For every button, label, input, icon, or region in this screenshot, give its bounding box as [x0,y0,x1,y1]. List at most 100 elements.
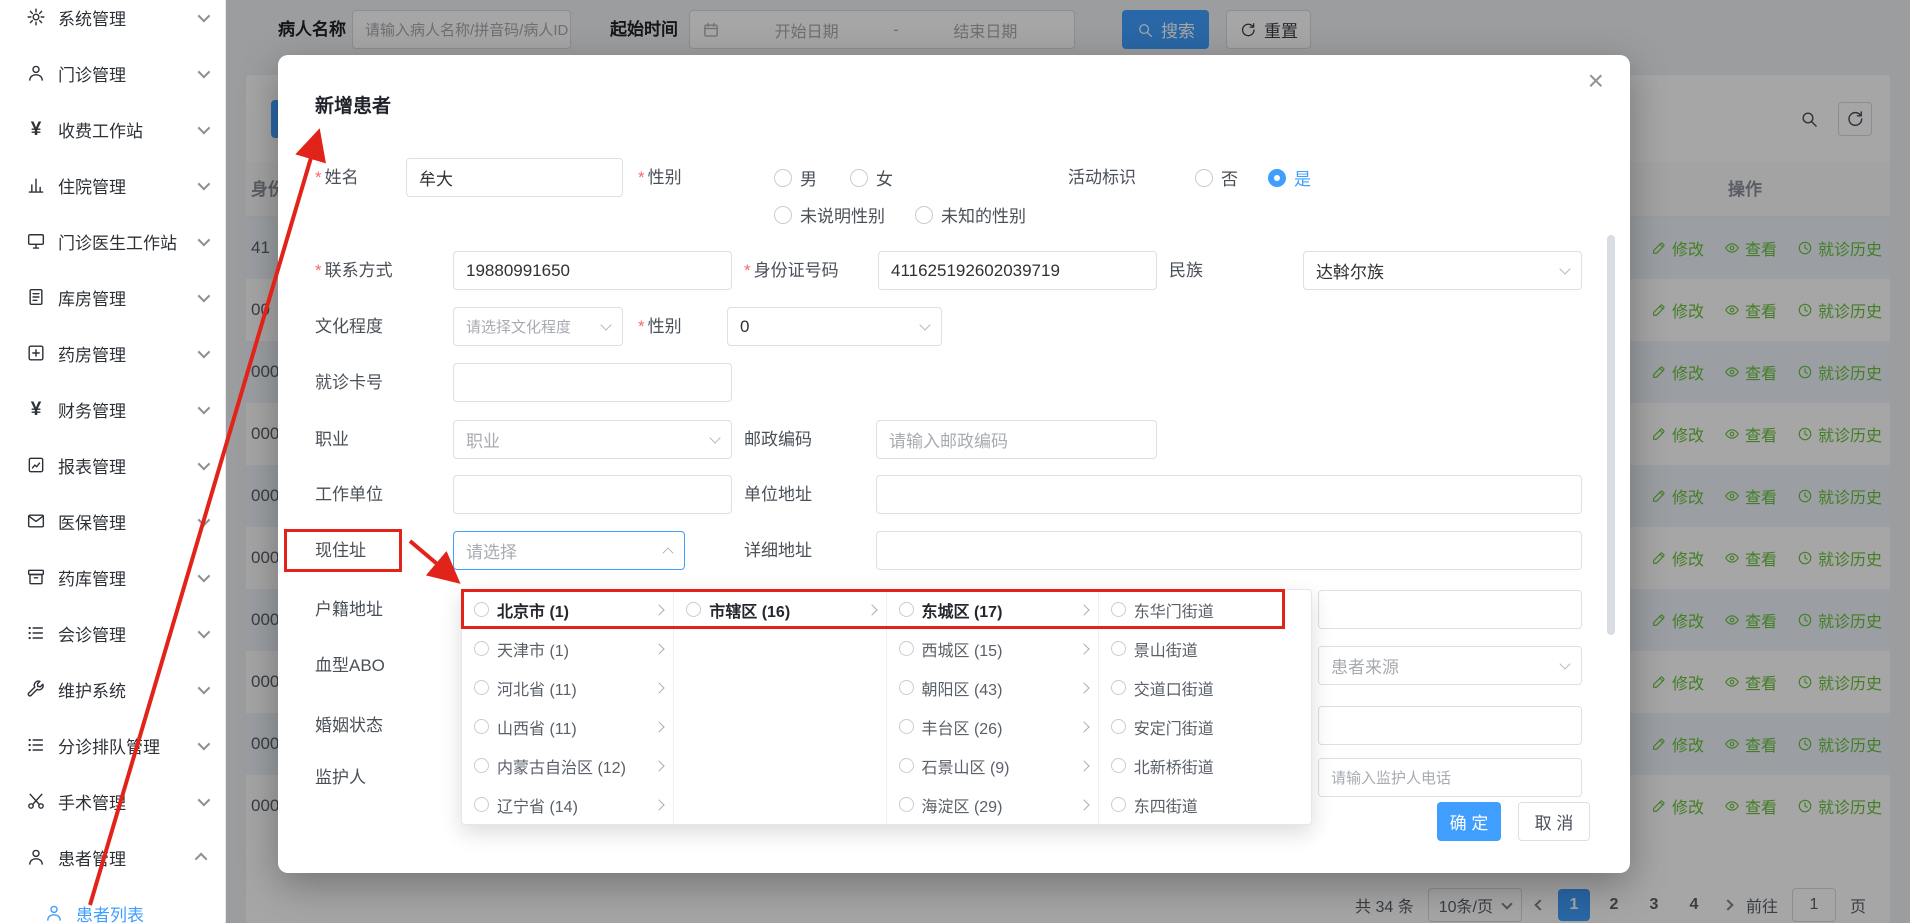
chevron-down-icon [198,177,211,190]
sidebar-item[interactable]: 患者管理 [0,829,225,885]
gender-select[interactable]: 0 [727,307,942,346]
active-flag-radio-no[interactable]: 否 [1195,158,1238,197]
sidebar-item[interactable]: ¥收费工作站 [0,101,225,157]
radio-icon [915,206,933,224]
cascader-option[interactable]: 内蒙古自治区 (12) [462,746,673,785]
education-select[interactable]: 请选择文化程度 [453,307,623,346]
unit-address-input[interactable] [876,475,1582,514]
card-no-label: 就诊卡号 [315,363,383,402]
sidebar-item[interactable]: 系统管理 [0,0,225,45]
warehouse-icon [24,286,48,308]
sidebar-item[interactable]: 门诊医生工作站 [0,213,225,269]
sidebar-item[interactable]: 库房管理 [0,269,225,325]
cascader-option[interactable]: 东四街道 [1099,785,1311,824]
gender-radio-unspecified[interactable]: 未说明性别 [774,195,885,234]
cascader-option[interactable]: 东华门街道 [1099,590,1311,629]
modal-scrollbar[interactable] [1607,235,1615,635]
chevron-right-icon [1078,721,1089,732]
chevron-down-icon [198,289,211,302]
outpatient-icon [24,62,48,84]
cascader-option[interactable]: 河北省 (11) [462,668,673,707]
chevron-right-icon [654,760,665,771]
radio-icon [1111,602,1126,617]
chevron-right-icon [654,721,665,732]
chevron-right-icon [654,799,665,810]
gender-select-label: *性别 [638,307,682,346]
postcode-input[interactable]: 请输入邮政编码 [876,420,1157,459]
sidebar-item[interactable]: 手术管理 [0,773,225,829]
cascader-option[interactable]: 北新桥街道 [1099,746,1311,785]
contact-input[interactable]: 19880991650 [453,251,732,290]
cascader-option[interactable]: 西城区 (15) [887,629,1098,668]
cancel-button[interactable]: 取 消 [1518,802,1590,841]
confirm-button[interactable]: 确 定 [1437,802,1501,841]
consult-icon [24,622,48,644]
radio-selected-icon [1268,169,1286,187]
cascader-option[interactable]: 景山街道 [1099,629,1311,668]
radio-icon [1111,719,1126,734]
card-no-input[interactable] [453,363,732,402]
current-address-select[interactable]: 请选择 [453,531,685,570]
monitor-icon [24,230,48,252]
sidebar-item[interactable]: 报表管理 [0,437,225,493]
sidebar-item[interactable]: 会诊管理 [0,605,225,661]
radio-icon [899,641,914,656]
sidebar-item[interactable]: ¥财务管理 [0,381,225,437]
sidebar-item[interactable]: 住院管理 [0,157,225,213]
sidebar-item[interactable]: 医保管理 [0,493,225,549]
close-icon[interactable]: × [1588,67,1604,95]
occupation-select[interactable]: 职业 [453,420,732,459]
cascader-option[interactable]: 朝阳区 (43) [887,668,1098,707]
yen-icon: ¥ [24,118,48,140]
radio-icon [774,169,792,187]
ethnicity-select[interactable]: 达斡尔族 [1303,251,1582,290]
gender-radio-female[interactable]: 女 [850,158,893,197]
guardian-label: 监护人 [315,758,366,797]
id-number-label: *身份证号码 [744,251,839,290]
work-unit-input[interactable] [453,475,732,514]
detail-address-input[interactable] [876,531,1582,570]
radio-icon [899,719,914,734]
cascader-option[interactable]: 东城区 (17) [887,590,1098,629]
gear-icon [24,6,48,28]
gender-radio-unknown[interactable]: 未知的性别 [915,195,1026,234]
radio-icon [899,758,914,773]
cascader-option[interactable]: 石景山区 (9) [887,746,1098,785]
marital-status-input[interactable] [1318,706,1582,745]
cascader-option[interactable]: 北京市 (1) [462,590,673,629]
household-address-input[interactable] [1318,590,1582,629]
name-input[interactable]: 牟大 [406,158,623,197]
chevron-down-icon [198,737,211,750]
cascader-option[interactable]: 安定门街道 [1099,707,1311,746]
cascader-column: 东华门街道景山街道交道口街道安定门街道北新桥街道东四街道 [1099,590,1311,824]
radio-icon [474,719,489,734]
cascader-option[interactable]: 辽宁省 (14) [462,785,673,824]
cascader-option[interactable]: 丰台区 (26) [887,707,1098,746]
sidebar-item[interactable]: 药库管理 [0,549,225,605]
sidebar-item[interactable]: 维护系统 [0,661,225,717]
cascader-option[interactable]: 市辖区 (16) [674,590,885,629]
marital-status-label: 婚姻状态 [315,706,383,745]
radio-icon [1111,680,1126,695]
cascader-option[interactable]: 天津市 (1) [462,629,673,668]
radio-icon [474,797,489,812]
sidebar-item[interactable]: 分诊排队管理 [0,717,225,773]
guardian-phone-input[interactable]: 请输入监护人电话 [1318,758,1582,797]
cascader-option[interactable]: 交道口街道 [1099,668,1311,707]
chevron-down-icon [919,319,930,330]
sidebar-item[interactable]: 门诊管理 [0,45,225,101]
chevron-down-icon [1559,658,1570,669]
sidebar-item[interactable]: 药房管理 [0,325,225,381]
occupation-label: 职业 [315,420,349,459]
cascader-option[interactable]: 海淀区 (29) [887,785,1098,824]
gender-radio-male[interactable]: 男 [774,158,817,197]
id-number-input[interactable]: 411625192602039719 [878,251,1157,290]
queue-icon [24,734,48,756]
sidebar-item-patient-list[interactable]: 患者列表 [0,885,225,923]
chevron-right-icon [1078,682,1089,693]
chevron-down-icon [198,9,211,22]
active-flag-radio-yes[interactable]: 是 [1268,158,1311,197]
patient-source-select[interactable]: 患者来源 [1318,646,1582,685]
cascader-option[interactable]: 山西省 (11) [462,707,673,746]
chevron-down-icon [709,432,720,443]
